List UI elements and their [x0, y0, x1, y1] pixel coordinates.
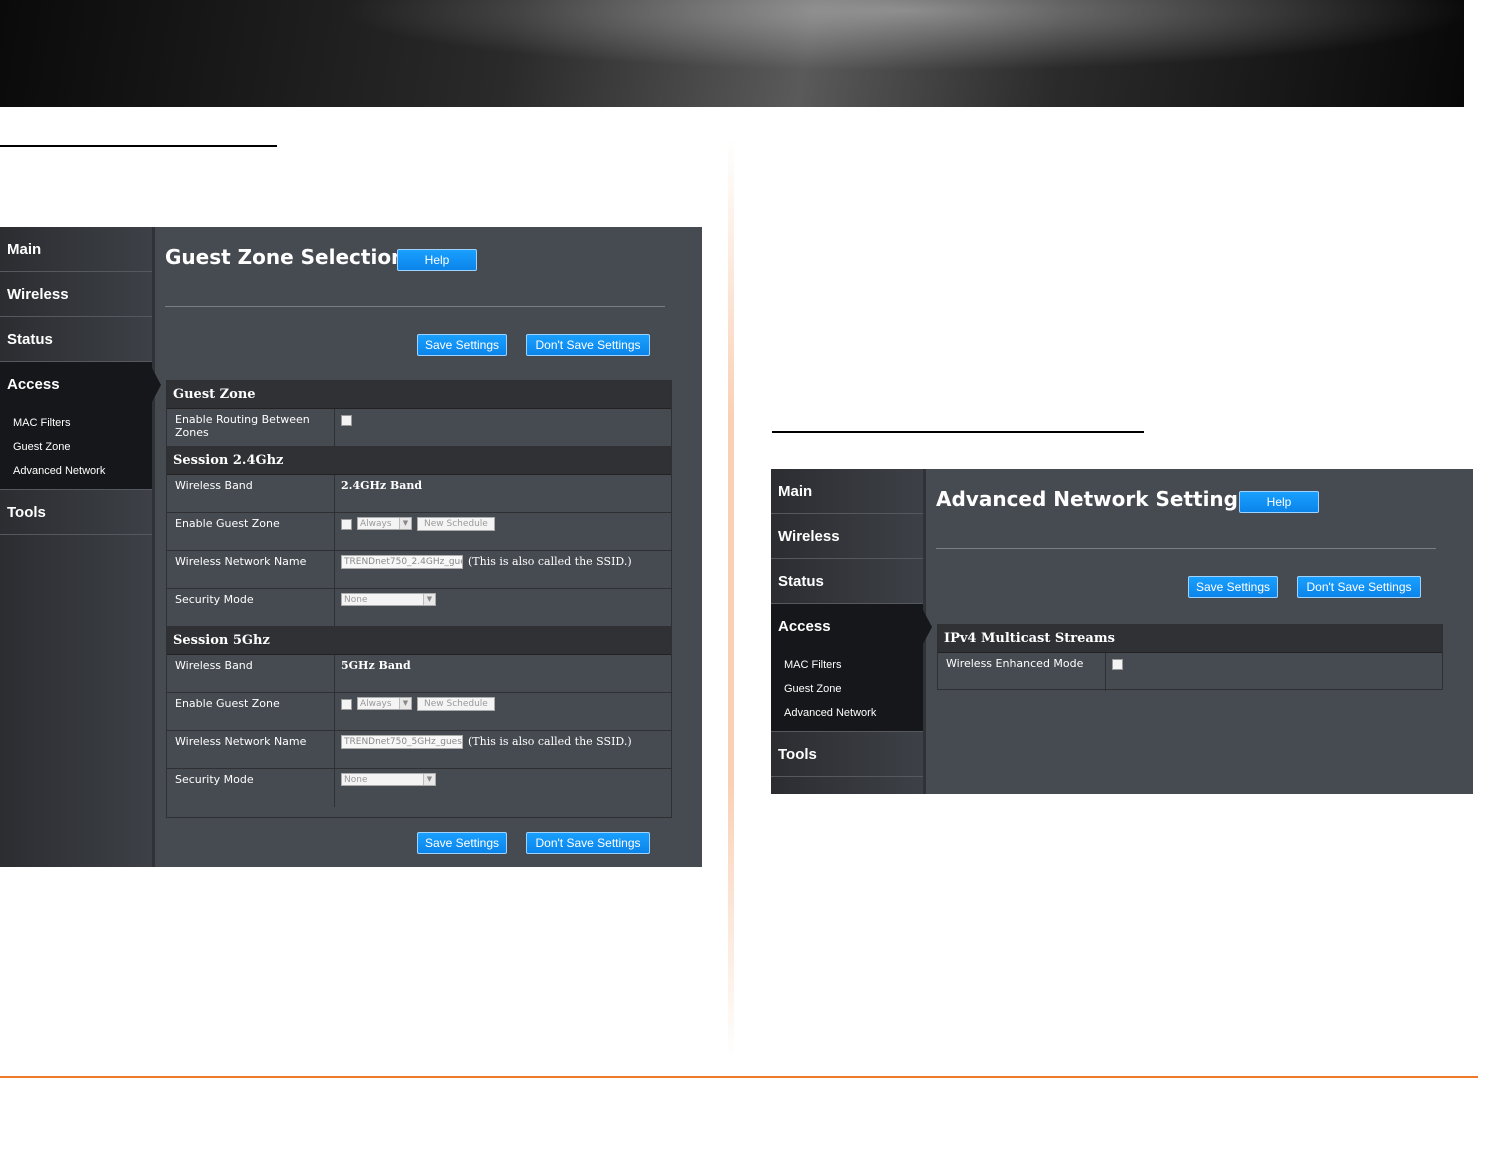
section-session-24ghz: Session 2.4Ghz [167, 447, 671, 475]
sidebar-item-main[interactable]: Main [0, 227, 152, 272]
wireless-network-name-label: Wireless Network Name [167, 551, 335, 588]
security-mode-label: Security Mode [167, 589, 335, 626]
sidebar-subitem-advanced-network[interactable]: Advanced Network [784, 701, 923, 725]
wireless-band-label: Wireless Band [167, 475, 335, 512]
chevron-down-icon: ▼ [399, 518, 411, 529]
ssid-note: (This is also called the SSID.) [468, 555, 632, 568]
help-button[interactable]: Help [1239, 491, 1319, 513]
new-schedule-button[interactable]: New Schedule [417, 697, 495, 711]
table-row: Wireless Enhanced Mode [938, 653, 1442, 691]
wireless-band-label: Wireless Band [167, 655, 335, 692]
table-row: Security Mode None ▼ [167, 589, 671, 627]
table-row: Wireless Network Name TRENDnet750_5GHz_g… [167, 731, 671, 769]
sidebar-subitem-advanced-network[interactable]: Advanced Network [13, 459, 152, 483]
sidebar-item-tools[interactable]: Tools [0, 490, 152, 535]
sidebar-item-wireless[interactable]: Wireless [771, 514, 923, 559]
section-ipv4-multicast: IPv4 Multicast Streams [938, 625, 1442, 653]
schedule-select[interactable]: Always ▼ [357, 697, 412, 710]
footer-rule [0, 1076, 1478, 1078]
advanced-network-screenshot: Main Wireless Status Access MAC Filters … [771, 469, 1473, 794]
dont-save-settings-button-top[interactable]: Don't Save Settings [526, 334, 650, 356]
help-button[interactable]: Help [397, 249, 477, 271]
page-title: Advanced Network Settings [936, 487, 1250, 511]
sidebar-item-status[interactable]: Status [771, 559, 923, 604]
enable-routing-checkbox[interactable] [341, 415, 352, 426]
main-content: Advanced Network Settings Help Save Sett… [936, 469, 1473, 794]
security-mode-label: Security Mode [167, 769, 335, 807]
section-session-5ghz: Session 5Ghz [167, 627, 671, 655]
security-mode-select[interactable]: None ▼ [341, 593, 436, 606]
chevron-down-icon: ▼ [399, 698, 411, 709]
chevron-down-icon: ▼ [423, 594, 435, 605]
schedule-select[interactable]: Always ▼ [357, 517, 412, 530]
save-settings-button-top[interactable]: Save Settings [417, 334, 507, 356]
sidebar-subitem-mac-filters[interactable]: MAC Filters [13, 411, 152, 435]
sidebar-item-wireless[interactable]: Wireless [0, 272, 152, 317]
sidebar-submenu-access: MAC Filters Guest Zone Advanced Network [0, 407, 152, 490]
title-divider [936, 548, 1436, 549]
sidebar-item-main[interactable]: Main [771, 469, 923, 514]
guest-zone-table: Guest Zone Enable Routing Between Zones … [166, 380, 672, 818]
chevron-down-icon: ▼ [423, 774, 435, 785]
sidebar-subitem-mac-filters[interactable]: MAC Filters [784, 653, 923, 677]
enable-guest-zone-label: Enable Guest Zone [167, 513, 335, 550]
main-content: Guest Zone Selection Help Save Settings … [165, 227, 702, 867]
header-banner [0, 0, 1464, 107]
sidebar-item-status[interactable]: Status [0, 317, 152, 362]
section-rule-right [772, 431, 1144, 433]
sidebar-subitem-guest-zone[interactable]: Guest Zone [784, 677, 923, 701]
table-row: Enable Routing Between Zones [167, 409, 671, 447]
security-mode-select[interactable]: None ▼ [341, 773, 436, 786]
security-mode-select-value: None [344, 774, 368, 785]
sidebar-item-tools[interactable]: Tools [771, 732, 923, 777]
page-title: Guest Zone Selection [165, 245, 406, 269]
enable-guest-zone-checkbox[interactable] [341, 519, 352, 530]
table-row: Enable Guest Zone Always ▼ New Schedule [167, 513, 671, 551]
table-row: Security Mode None ▼ [167, 769, 671, 807]
security-mode-select-value: None [344, 594, 368, 605]
sidebar-submenu-access: MAC Filters Guest Zone Advanced Network [771, 649, 923, 732]
enable-routing-label: Enable Routing Between Zones [167, 409, 335, 446]
schedule-select-value: Always [360, 698, 392, 709]
sidebar-item-access[interactable]: Access [0, 362, 161, 407]
guest-zone-screenshot: Main Wireless Status Access MAC Filters … [0, 227, 702, 867]
multicast-table: IPv4 Multicast Streams Wireless Enhanced… [937, 624, 1443, 691]
section-guest-zone: Guest Zone [167, 381, 671, 409]
enable-guest-zone-label: Enable Guest Zone [167, 693, 335, 730]
sidebar-subitem-guest-zone[interactable]: Guest Zone [13, 435, 152, 459]
table-row: Wireless Band 5GHz Band [167, 655, 671, 693]
wireless-enhanced-mode-label: Wireless Enhanced Mode [938, 653, 1106, 691]
ssid-note: (This is also called the SSID.) [468, 735, 632, 748]
title-divider [165, 306, 665, 307]
schedule-select-value: Always [360, 518, 392, 529]
save-settings-button[interactable]: Save Settings [1188, 576, 1278, 598]
sidebar-item-access[interactable]: Access [771, 604, 932, 649]
dont-save-settings-button[interactable]: Don't Save Settings [1297, 576, 1421, 598]
sidebar-nav: Main Wireless Status Access MAC Filters … [771, 469, 932, 794]
wireless-network-name-label: Wireless Network Name [167, 731, 335, 768]
table-row: Enable Guest Zone Always ▼ New Schedule [167, 693, 671, 731]
ssid-input[interactable]: TRENDnet750_2.4GHz_guest [341, 555, 463, 569]
dont-save-settings-button-bottom[interactable]: Don't Save Settings [526, 832, 650, 854]
save-settings-button-bottom[interactable]: Save Settings [417, 832, 507, 854]
table-row: Wireless Band 2.4GHz Band [167, 475, 671, 513]
section-rule-left [0, 145, 277, 147]
ssid-input[interactable]: TRENDnet750_5GHz_guest [341, 735, 463, 749]
wireless-band-value: 2.4GHz Band [341, 479, 423, 492]
column-divider [728, 140, 734, 1060]
enable-guest-zone-checkbox[interactable] [341, 699, 352, 710]
new-schedule-button[interactable]: New Schedule [417, 517, 495, 531]
wireless-band-value: 5GHz Band [341, 659, 411, 672]
sidebar-nav: Main Wireless Status Access MAC Filters … [0, 227, 161, 867]
wireless-enhanced-mode-checkbox[interactable] [1112, 659, 1123, 670]
table-row: Wireless Network Name TRENDnet750_2.4GHz… [167, 551, 671, 589]
